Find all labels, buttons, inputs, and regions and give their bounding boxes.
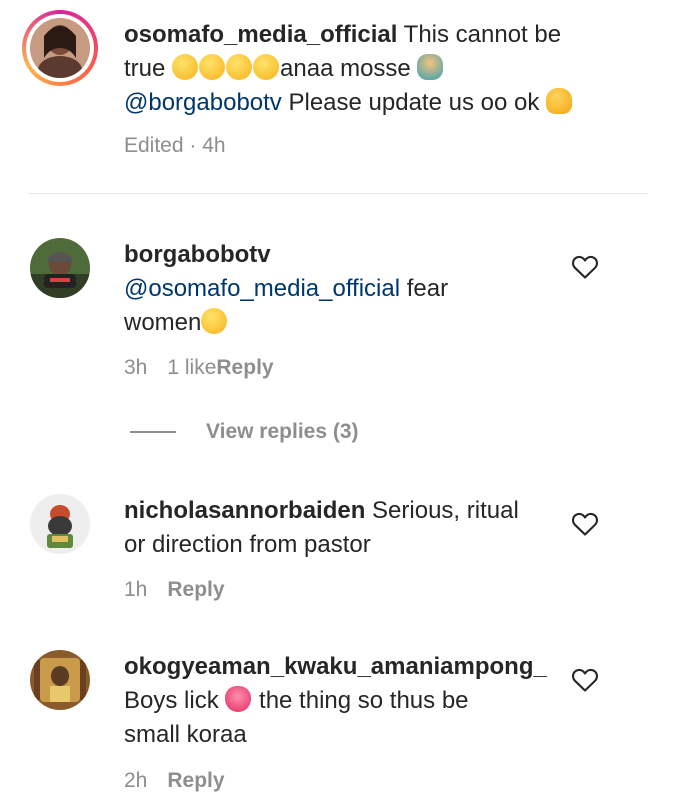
comment-text: or direction from pastor	[124, 531, 371, 558]
comment-text: Serious, ritual	[365, 497, 519, 524]
mention-link[interactable]: @borgabobotv	[124, 89, 282, 116]
heart-outline-icon[interactable]	[571, 667, 599, 693]
comment-username[interactable]: okogyeaman_kwaku_amaniampong_	[124, 653, 547, 680]
replies-line	[130, 431, 176, 433]
ok-hand-icon	[546, 88, 572, 114]
avatar[interactable]	[30, 238, 90, 298]
edited-timestamp: Edited · 4h	[124, 134, 226, 157]
comment-body: osomafo_media_official This cannot be tr…	[124, 18, 644, 120]
avatar[interactable]	[30, 650, 90, 710]
comment-meta: 1h Reply	[124, 578, 225, 602]
comment-username[interactable]: osomafo_media_official	[124, 21, 397, 48]
comment-body: nicholasannorbaiden Serious, ritual or d…	[124, 494, 564, 562]
comment-time: 1h	[124, 578, 148, 601]
pensive-face-icon	[201, 308, 228, 334]
rolling-eyes-icon	[226, 54, 253, 80]
comment-text: fear	[400, 275, 449, 302]
comment-text: This cannot be	[397, 21, 562, 48]
reply-button[interactable]: Reply	[167, 769, 224, 793]
avatar[interactable]	[30, 494, 90, 554]
divider	[28, 193, 648, 194]
comment-meta: Edited · 4h	[124, 134, 226, 158]
comment-text: true	[124, 55, 173, 82]
comment-time: 3h	[124, 356, 148, 379]
rolling-eyes-icon	[199, 54, 226, 80]
comment-text: anaa mosse	[280, 55, 418, 82]
comment-username[interactable]: borgabobotv	[124, 241, 271, 268]
reply-button[interactable]: Reply	[167, 578, 224, 602]
comment-body: okogyeaman_kwaku_amaniampong_ Boys lick …	[124, 650, 574, 752]
comment-text: the thing so thus be	[252, 687, 469, 714]
view-replies-button[interactable]: View replies (3)	[130, 420, 359, 444]
heart-outline-icon[interactable]	[571, 254, 599, 280]
comment-text: small koraa	[124, 721, 247, 748]
astonished-face-icon	[172, 54, 199, 80]
rolling-eyes-icon	[253, 54, 280, 80]
heart-outline-icon[interactable]	[571, 511, 599, 537]
comment-meta: 2h Reply	[124, 769, 225, 793]
comment-time: 2h	[124, 769, 148, 792]
avatar[interactable]	[30, 18, 90, 78]
mention-link[interactable]: @osomafo_media_official	[124, 275, 400, 302]
comment-text: women	[124, 309, 202, 336]
comment-body: borgabobotv @osomafo_media_official fear…	[124, 238, 564, 340]
comment-text: Please update us oo ok	[281, 89, 546, 116]
comment-text: Boys lick	[124, 687, 226, 714]
tongue-icon	[225, 686, 252, 712]
reply-button[interactable]: Reply	[216, 356, 273, 380]
comment-meta: 3h 1 like Reply	[124, 356, 274, 380]
comment-username[interactable]: nicholasannorbaiden	[124, 497, 365, 524]
comment-likes[interactable]: 1 like	[167, 356, 216, 380]
view-replies-label[interactable]: View replies (3)	[206, 420, 359, 444]
person-shrugging-icon	[417, 54, 444, 80]
